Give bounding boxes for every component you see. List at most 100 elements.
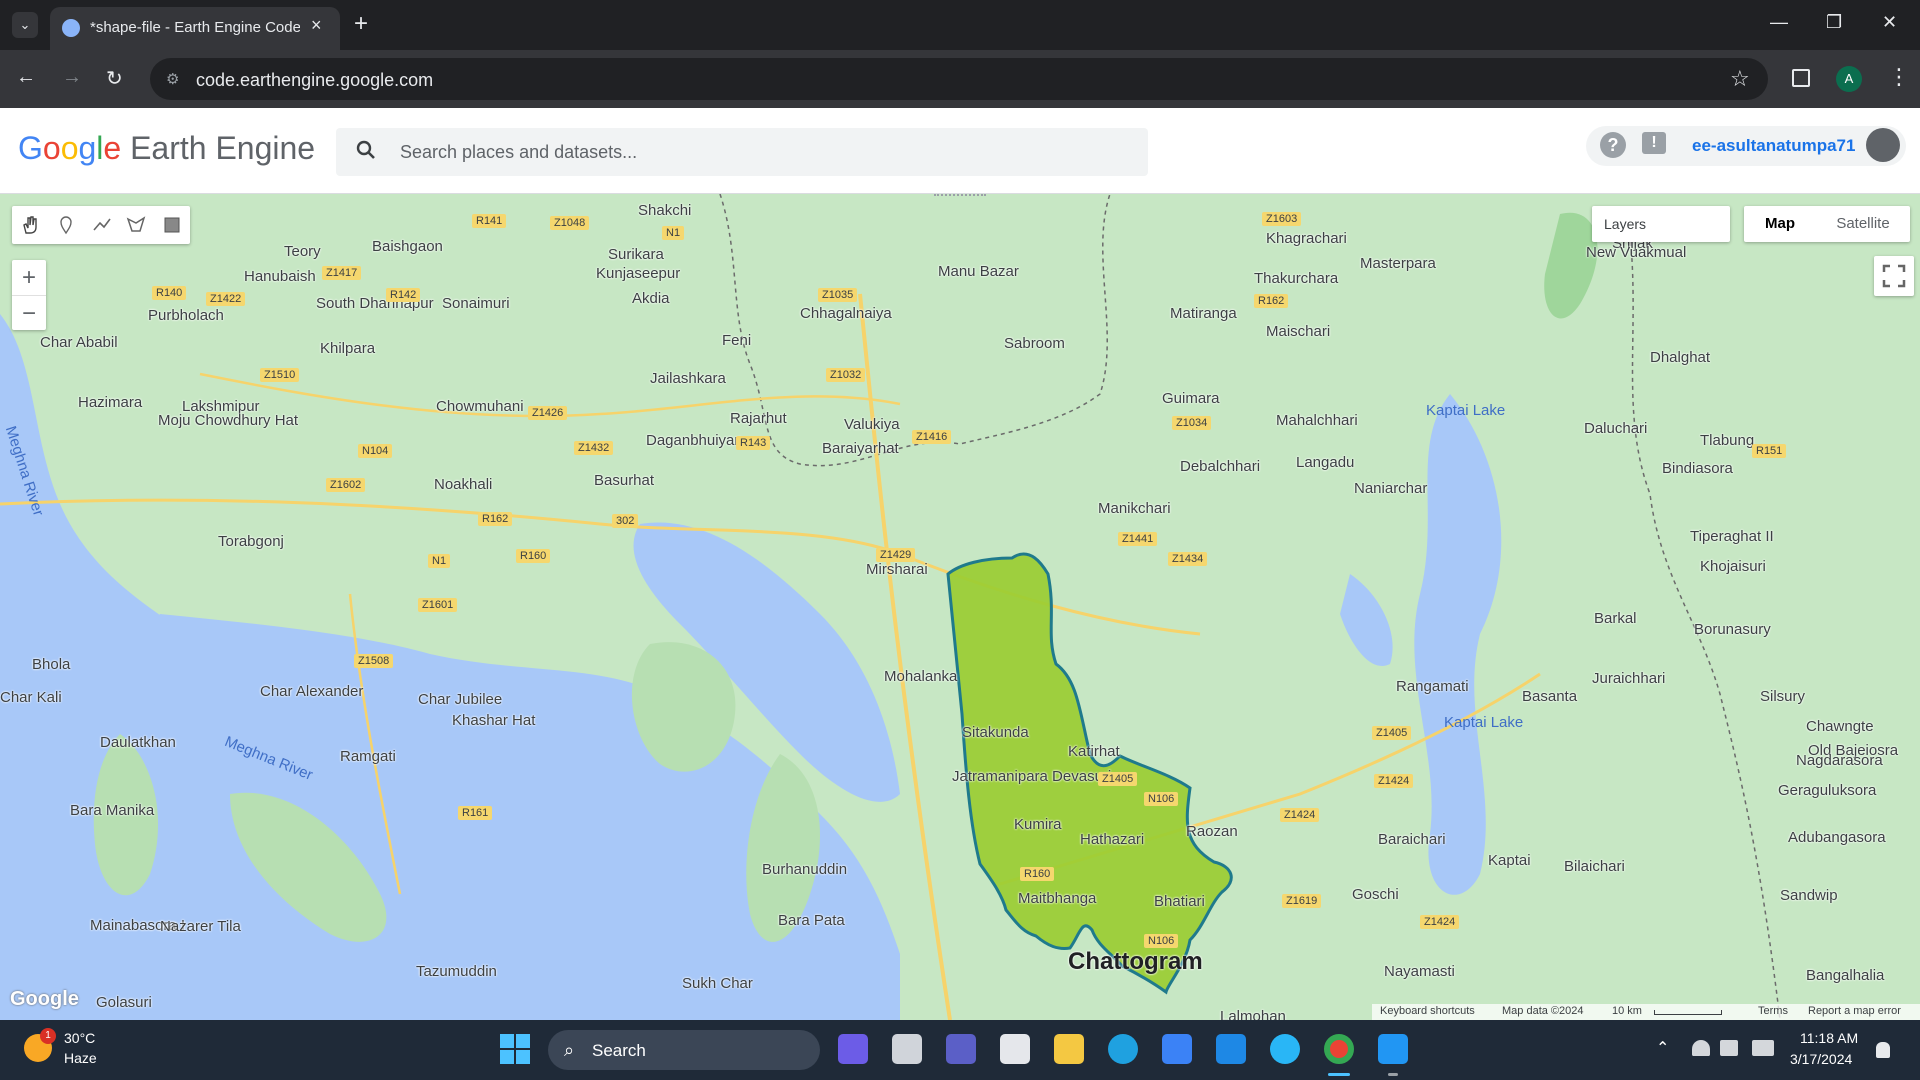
minimize-window-icon[interactable]: —	[1770, 12, 1788, 33]
site-info-icon[interactable]: ⚙	[166, 70, 179, 88]
microsoft-store-icon[interactable]	[1162, 1034, 1192, 1064]
start-button[interactable]	[500, 1034, 530, 1064]
google-watermark: Google	[10, 988, 79, 1010]
road-label: N106	[1144, 792, 1179, 806]
vscode-app-icon[interactable]	[1378, 1034, 1408, 1064]
road-label: R162	[478, 512, 513, 526]
python-app-icon[interactable]	[1270, 1034, 1300, 1064]
place-label: Manu Bazar	[938, 263, 1019, 280]
place-label: Burhanuddin	[762, 861, 848, 878]
chrome-app-icon[interactable]	[1324, 1034, 1354, 1064]
notepad-app-icon[interactable]	[1000, 1034, 1030, 1064]
road-label: 302	[612, 514, 639, 528]
reload-icon[interactable]: ↻	[106, 66, 123, 91]
scale-text[interactable]: 10 km	[1612, 1005, 1642, 1017]
url-text[interactable]: code.earthengine.google.com	[196, 70, 433, 91]
pan-hand-icon[interactable]	[20, 215, 40, 235]
browser-toolbar: ← → ↻ ⚙ code.earthengine.google.com	[0, 50, 1920, 108]
city-label-chattogram: Chattogram	[1068, 948, 1203, 975]
panel-resize-handle[interactable]	[934, 194, 986, 200]
place-label: Chowmuhani	[436, 398, 524, 415]
side-panel-icon[interactable]	[1792, 69, 1810, 87]
browser-menu-icon[interactable]: ⋮	[1888, 64, 1910, 90]
place-label: Kumira	[1014, 816, 1062, 833]
road-label: R160	[1020, 867, 1055, 881]
task-view-icon[interactable]	[892, 1034, 922, 1064]
earth-engine-logo[interactable]: Google Earth Engine	[18, 130, 315, 167]
show-hidden-icons-icon[interactable]: ⌃	[1656, 1038, 1669, 1058]
water-label: Kaptai Lake	[1444, 714, 1524, 731]
terms-link[interactable]: Terms	[1758, 1005, 1788, 1017]
road-label: R161	[458, 806, 493, 820]
close-tab-icon[interactable]: ×	[311, 15, 322, 36]
account-project-name[interactable]: ee-asultanatumpa71	[1692, 136, 1855, 156]
clock-time[interactable]: 11:18 AM	[1800, 1030, 1858, 1046]
copilot-app-icon[interactable]	[838, 1034, 868, 1064]
new-tab-icon[interactable]: +	[354, 10, 368, 38]
report-error-link[interactable]: Report a map error	[1808, 1005, 1901, 1017]
search-input[interactable]	[400, 128, 1120, 176]
place-label: Char Alexander	[260, 683, 364, 700]
wifi-icon[interactable]	[1692, 1040, 1710, 1056]
road-label: Z1405	[1098, 772, 1138, 786]
draw-polygon-icon[interactable]	[126, 215, 146, 235]
road-label: Z1619	[1282, 894, 1322, 908]
draw-rectangle-icon[interactable]	[162, 215, 182, 235]
address-bar[interactable]: ⚙ code.earthengine.google.com	[150, 58, 1768, 100]
road-label: Z1032	[826, 368, 866, 382]
taskbar-search-box[interactable]: ⌕ Search	[548, 1030, 820, 1070]
place-label: Maitbhanga	[1018, 890, 1097, 907]
volume-icon[interactable]	[1720, 1040, 1738, 1056]
tab-earth-engine[interactable]: *shape-file - Earth Engine Code ×	[50, 7, 340, 50]
layers-dropdown[interactable]: Layers	[1592, 206, 1730, 242]
map-type-map-button[interactable]: Map	[1744, 206, 1816, 242]
keyboard-shortcuts-link[interactable]: Keyboard shortcuts	[1380, 1005, 1475, 1017]
road-label: Z1416	[912, 430, 952, 444]
clock-date[interactable]: 3/17/2024	[1790, 1051, 1852, 1067]
myhp-app-icon[interactable]	[1216, 1034, 1246, 1064]
point-marker-icon[interactable]	[56, 215, 76, 235]
zoom-out-button[interactable]: −	[12, 295, 46, 330]
road-label: Z1424	[1280, 808, 1320, 822]
profile-avatar[interactable]: A	[1836, 66, 1862, 92]
bookmark-star-icon[interactable]: ☆	[1730, 66, 1750, 92]
weather-temperature[interactable]: 30°C	[64, 1030, 95, 1046]
restore-window-icon[interactable]: ❐	[1826, 12, 1842, 33]
fullscreen-button[interactable]	[1874, 256, 1914, 296]
road-label: Z1417	[322, 266, 362, 280]
place-label: Char Ababil	[40, 334, 118, 351]
feedback-icon[interactable]: !	[1642, 132, 1666, 154]
notifications-bell-icon[interactable]	[1876, 1042, 1890, 1058]
map-type-satellite-button[interactable]: Satellite	[1816, 206, 1910, 242]
weather-condition[interactable]: Haze	[64, 1050, 97, 1066]
place-label: Golasuri	[96, 994, 152, 1011]
draw-line-icon[interactable]	[92, 215, 112, 235]
road-label: R141	[472, 214, 507, 228]
tab-search-button[interactable]: ⌄	[12, 12, 38, 38]
map-canvas[interactable]: Shakchi Teory Baishgaon Surikara Kunjaseepur…	[0, 194, 1920, 1020]
road-label: R143	[736, 436, 771, 450]
weather-badge: 1	[40, 1028, 56, 1044]
vscode-running-indicator	[1388, 1073, 1398, 1076]
place-label: Basanta	[1522, 688, 1578, 705]
zoom-in-button[interactable]: +	[12, 260, 46, 295]
teams-app-icon[interactable]	[946, 1034, 976, 1064]
place-label: Thakurchara	[1254, 270, 1339, 287]
road-label: N1	[662, 226, 685, 240]
forward-icon[interactable]: →	[62, 66, 82, 89]
file-explorer-icon[interactable]	[1054, 1034, 1084, 1064]
taskbar-search-label: Search	[592, 1041, 646, 1060]
road-label: Z1034	[1172, 416, 1212, 430]
help-icon[interactable]: ?	[1600, 132, 1626, 158]
battery-icon[interactable]	[1752, 1040, 1774, 1056]
edge-browser-icon[interactable]	[1108, 1034, 1138, 1064]
close-window-icon[interactable]: ✕	[1882, 12, 1897, 33]
water-label: Kaptai Lake	[1426, 402, 1506, 419]
account-avatar[interactable]	[1866, 128, 1900, 162]
places-search-box[interactable]	[336, 128, 1148, 176]
back-icon[interactable]: ←	[16, 66, 36, 89]
road-label: Z1602	[326, 478, 366, 492]
chrome-active-indicator	[1328, 1073, 1350, 1076]
place-label: Daganbhuiyan	[646, 432, 743, 449]
place-label: Baishgaon	[372, 238, 443, 255]
